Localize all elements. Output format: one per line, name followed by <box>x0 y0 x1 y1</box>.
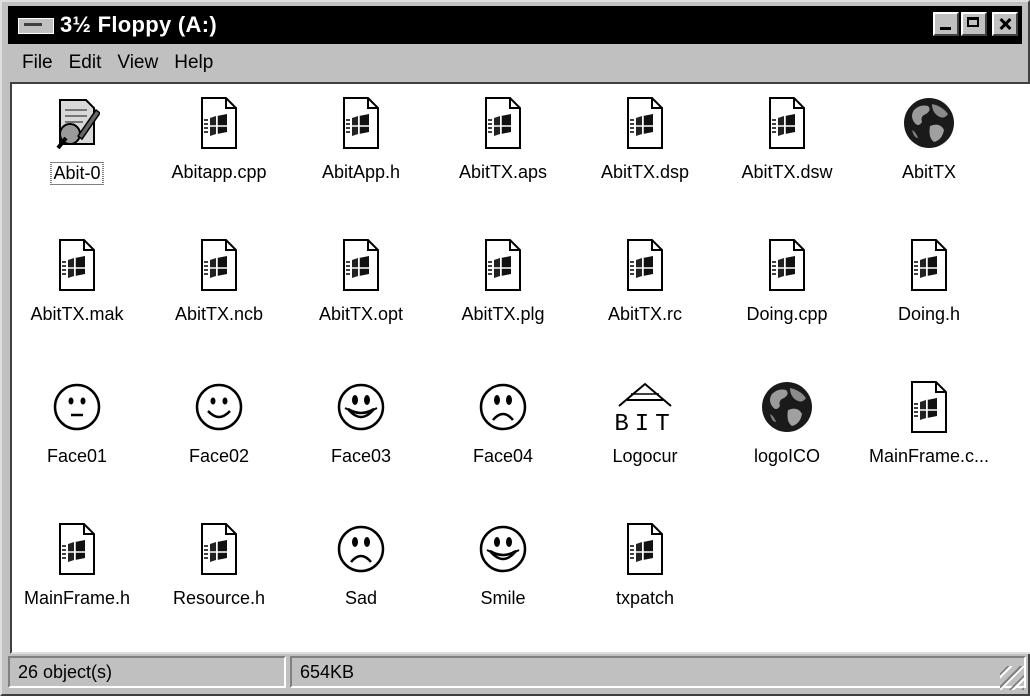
document-icon <box>482 96 524 150</box>
document-icon <box>340 238 382 292</box>
file-name-label: Doing.h <box>897 304 961 324</box>
sad-face-icon <box>479 380 527 434</box>
document-icon <box>482 238 524 292</box>
file-item[interactable]: Face01 <box>12 374 142 484</box>
smile-face-icon <box>479 522 527 576</box>
document-icon <box>908 238 950 292</box>
file-item[interactable]: Face03 <box>296 374 426 484</box>
file-item[interactable]: Smile <box>438 516 568 626</box>
file-item[interactable]: AbitTX.dsp <box>580 90 710 200</box>
file-name-label: AbitTX.dsp <box>600 162 690 182</box>
menu-bar: File Edit View Help <box>8 48 1022 78</box>
document-icon <box>340 96 382 150</box>
file-name-label: Doing.cpp <box>746 304 828 324</box>
file-name-label: Face02 <box>188 446 250 466</box>
floppy-drive-icon <box>16 14 56 36</box>
file-item[interactable]: AbitTX.opt <box>296 232 426 342</box>
document-icon <box>766 238 808 292</box>
file-name-label: AbitTX.rc <box>607 304 682 324</box>
file-item[interactable]: Face04 <box>438 374 568 484</box>
file-item[interactable]: logoICO <box>722 374 852 484</box>
document-icon <box>624 96 666 150</box>
file-item[interactable]: AbitTX.mak <box>12 232 142 342</box>
file-name-label: MainFrame.h <box>23 588 131 608</box>
title-bar[interactable]: 3½ Floppy (A:) <box>8 6 1022 44</box>
file-item[interactable]: MainFrame.c... <box>864 374 994 484</box>
file-item[interactable]: Abit-0 <box>12 90 142 200</box>
status-object-count: 26 object(s) <box>8 656 286 688</box>
explorer-window: 3½ Floppy (A:) File Edit View Help Abit-… <box>0 0 1030 696</box>
file-item[interactable]: MainFrame.h <box>12 516 142 626</box>
file-item[interactable]: AbitTX <box>864 90 994 200</box>
file-name-label: Face01 <box>46 446 108 466</box>
file-item[interactable]: Resource.h <box>154 516 284 626</box>
document-icon <box>56 238 98 292</box>
sad-face-icon <box>337 522 385 576</box>
document-icon <box>624 522 666 576</box>
document-icon <box>56 522 98 576</box>
file-item[interactable]: Face02 <box>154 374 284 484</box>
file-name-label: logoICO <box>753 446 821 466</box>
file-item[interactable]: Sad <box>296 516 426 626</box>
file-name-label: txpatch <box>615 588 675 608</box>
globe-icon <box>904 96 954 150</box>
file-item[interactable]: Doing.cpp <box>722 232 852 342</box>
file-name-label: Face04 <box>472 446 534 466</box>
window-controls <box>933 12 1018 36</box>
file-item[interactable]: AbitTX.rc <box>580 232 710 342</box>
file-item[interactable]: AbitTX.ncb <box>154 232 284 342</box>
file-name-label: Face03 <box>330 446 392 466</box>
document-icon <box>624 238 666 292</box>
file-name-label: AbitTX.plg <box>461 304 545 324</box>
neutral-face-icon <box>53 380 101 434</box>
document-icon <box>908 380 950 434</box>
file-name-label: Abit-0 <box>50 162 104 185</box>
help-document-icon <box>56 96 102 150</box>
svg-text:BIT: BIT <box>615 411 675 436</box>
file-name-label: AbitTX.mak <box>30 304 124 324</box>
menu-view[interactable]: View <box>109 52 166 74</box>
maximize-button[interactable] <box>961 12 987 36</box>
window-title: 3½ Floppy (A:) <box>60 12 217 37</box>
file-item[interactable]: AbitTX.dsw <box>722 90 852 200</box>
file-item[interactable]: AbitApp.h <box>296 90 426 200</box>
file-name-label: AbitTX.opt <box>318 304 404 324</box>
file-name-label: AbitTX.aps <box>458 162 548 182</box>
file-item[interactable]: Abitapp.cpp <box>154 90 284 200</box>
file-list-view[interactable]: Abit-0 Abitapp.cpp AbitApp.h AbitTX.aps Abit… <box>10 82 1030 654</box>
close-button[interactable] <box>992 12 1018 36</box>
file-name-label: AbitTX <box>901 162 957 182</box>
file-name-label: AbitTX.dsw <box>741 162 833 182</box>
menu-edit[interactable]: Edit <box>61 52 110 74</box>
status-size: 654KB <box>290 656 1026 688</box>
file-name-label: AbitTX.ncb <box>174 304 264 324</box>
file-name-label: AbitApp.h <box>321 162 401 182</box>
minimize-button[interactable] <box>933 12 959 36</box>
document-icon <box>198 238 240 292</box>
file-item[interactable]: txpatch <box>580 516 710 626</box>
document-icon <box>198 522 240 576</box>
smile-face-icon <box>337 380 385 434</box>
file-name-label: MainFrame.c... <box>868 446 990 466</box>
file-name-label: Abitapp.cpp <box>171 162 267 182</box>
file-name-label: Resource.h <box>172 588 266 608</box>
file-name-label: Sad <box>344 588 378 608</box>
menu-help[interactable]: Help <box>166 52 221 74</box>
resize-grip[interactable] <box>1000 666 1024 690</box>
menu-file[interactable]: File <box>8 52 61 74</box>
document-icon <box>198 96 240 150</box>
file-item[interactable]: BIT Logocur <box>580 374 710 484</box>
document-icon <box>766 96 808 150</box>
file-item[interactable]: Doing.h <box>864 232 994 342</box>
globe-icon <box>762 380 812 434</box>
file-name-label: Smile <box>480 588 526 608</box>
smile-face-icon <box>195 380 243 434</box>
house-logo-icon: BIT <box>614 380 672 438</box>
file-item[interactable]: AbitTX.aps <box>438 90 568 200</box>
status-bar: 26 object(s) 654KB <box>8 656 1026 692</box>
file-item[interactable]: AbitTX.plg <box>438 232 568 342</box>
file-name-label: Logocur <box>612 446 678 466</box>
